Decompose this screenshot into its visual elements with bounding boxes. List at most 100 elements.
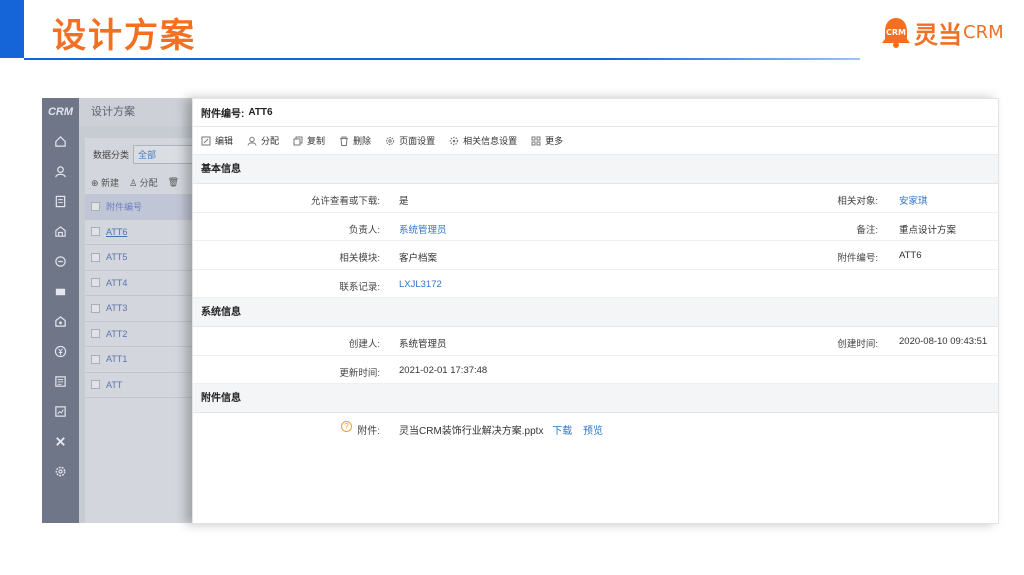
attachment-filename: 灵当CRM装饰行业解决方案.pptx — [399, 426, 544, 437]
row-checkbox[interactable] — [91, 278, 100, 288]
section-basic-info: 基本信息 — [193, 155, 998, 184]
row-checkbox[interactable] — [91, 252, 100, 262]
building-icon[interactable] — [42, 216, 79, 246]
owner-link[interactable]: 系统管理员 — [399, 222, 447, 236]
new-button[interactable]: ⊕ 新建 — [91, 176, 119, 189]
edit-icon — [201, 136, 211, 145]
assign-button-label: 分配 — [139, 177, 158, 188]
detail-header-label: 附件编号: — [201, 109, 245, 120]
field-label: 附件编号: — [837, 253, 878, 264]
copy-button[interactable]: 复制 — [293, 134, 325, 147]
row-checkbox[interactable] — [91, 380, 100, 390]
field-label: 相关模块: — [339, 253, 380, 264]
related-object-link[interactable]: 安家琪 — [899, 193, 928, 207]
gear-icon[interactable] — [42, 456, 79, 486]
row-link[interactable]: ATT2 — [106, 329, 127, 339]
preview-link[interactable]: 预览 — [583, 426, 603, 437]
nav-rail: CRM — [42, 98, 79, 523]
field-row: 允许查看或下载: 是 相关对象: 安家琪 — [193, 184, 998, 213]
row-checkbox[interactable] — [91, 354, 100, 364]
row-link[interactable]: ATT3 — [106, 303, 127, 313]
document-icon[interactable] — [42, 186, 79, 216]
field-label: 创建时间: — [837, 339, 878, 350]
field-row: 联系记录: LXJL3172 — [193, 270, 998, 298]
gear-icon — [386, 136, 395, 145]
row-checkbox[interactable] — [91, 227, 100, 237]
field-label: 允许查看或下载: — [310, 196, 380, 207]
title-accent-bar — [0, 0, 24, 58]
logo-text: 灵当 — [914, 20, 962, 49]
tools-icon[interactable] — [42, 426, 79, 456]
field-value: ATT6 — [899, 250, 922, 261]
row-link[interactable]: ATT5 — [106, 252, 127, 262]
house-icon[interactable] — [42, 306, 79, 336]
page-settings-button[interactable]: 页面设置 — [385, 134, 435, 147]
help-icon[interactable]: ? — [341, 421, 352, 432]
attachment-file: 灵当CRM装饰行业解决方案.pptx 下载 预览 — [399, 422, 603, 437]
title-underline — [24, 58, 860, 60]
assign-button-label: 分配 — [261, 136, 280, 146]
user-icon[interactable] — [42, 156, 79, 186]
field-value: 客户档案 — [399, 253, 438, 264]
circle-minus-icon[interactable] — [42, 246, 79, 276]
logo-crm-text: CRM — [963, 21, 1004, 43]
yen-icon[interactable] — [42, 336, 79, 366]
filter-label: 数据分类 — [93, 149, 130, 160]
field-row: 更新时间: 2021-02-01 17:37:48 — [193, 356, 998, 384]
trash-icon — [340, 136, 349, 146]
page-settings-label: 页面设置 — [399, 136, 436, 146]
trash-icon[interactable]: 🗑 — [168, 177, 179, 188]
field-label: 联系记录: — [339, 281, 380, 293]
user-icon — [247, 136, 257, 146]
delete-button-label: 删除 — [353, 136, 372, 146]
rail-brand: CRM — [47, 106, 74, 118]
copy-icon — [293, 136, 303, 145]
field-label: 更新时间: — [339, 367, 380, 379]
more-button[interactable]: 更多 — [531, 134, 563, 147]
field-value: 2021-02-01 17:37:48 — [399, 364, 488, 376]
row-link[interactable]: ATT — [106, 380, 122, 390]
report-icon[interactable] — [42, 366, 79, 396]
attachment-row: ? 附件: 灵当CRM装饰行业解决方案.pptx 下载 预览 — [193, 413, 998, 445]
field-row: 创建人: 系统管理员 创建时间: 2020-08-10 09:43:51 — [193, 327, 998, 356]
home-icon[interactable] — [42, 126, 79, 156]
field-value: 2020-08-10 09:43:51 — [899, 336, 988, 347]
slide-header: 设计方案 CRM 灵当 CRM — [0, 0, 1024, 62]
grid-icon — [531, 136, 541, 145]
row-link[interactable]: ATT4 — [106, 278, 127, 288]
new-button-label: 新建 — [101, 177, 120, 188]
field-row: 相关模块: 客户档案 附件编号: ATT6 — [193, 241, 998, 270]
copy-button-label: 复制 — [307, 136, 326, 146]
field-value: 重点设计方案 — [899, 224, 957, 236]
brand-logo: CRM 灵当 CRM — [880, 12, 1004, 52]
edit-button-label: 编辑 — [215, 136, 234, 146]
page-title: 设计方案 — [52, 16, 196, 56]
field-value: 系统管理员 — [399, 339, 447, 350]
assign-button[interactable]: 分配 — [247, 134, 279, 147]
row-link[interactable]: ATT6 — [106, 227, 127, 237]
section-system-info: 系统信息 — [193, 298, 998, 327]
assign-button[interactable]: ♙ 分配 — [129, 176, 158, 189]
cog-icon — [449, 136, 459, 145]
delete-button[interactable]: 删除 — [339, 134, 371, 147]
field-row: 负责人: 系统管理员 备注: 重点设计方案 — [193, 213, 998, 241]
row-checkbox[interactable] — [91, 303, 100, 313]
field-label: 负责人: — [348, 224, 380, 236]
detail-header-value: ATT6 — [248, 107, 273, 118]
row-link[interactable]: ATT1 — [106, 354, 127, 364]
select-all-checkbox[interactable] — [91, 201, 100, 211]
card-icon[interactable] — [42, 276, 79, 306]
row-checkbox[interactable] — [91, 329, 100, 339]
more-button-label: 更多 — [545, 136, 564, 146]
contact-record-link[interactable]: LXJL3172 — [399, 279, 442, 290]
chart-icon[interactable] — [42, 396, 79, 426]
filter-select[interactable]: 全部 — [133, 144, 194, 164]
field-value: 是 — [399, 196, 409, 207]
section-attachment-info: 附件信息 — [193, 384, 998, 413]
field-label: 创建人: — [348, 339, 380, 350]
download-link[interactable]: 下载 — [552, 426, 572, 437]
field-label: 附件: — [357, 426, 380, 437]
edit-button[interactable]: 编辑 — [201, 134, 233, 147]
logo-badge-text: CRM — [886, 28, 906, 37]
related-settings-button[interactable]: 相关信息设置 — [449, 134, 517, 147]
